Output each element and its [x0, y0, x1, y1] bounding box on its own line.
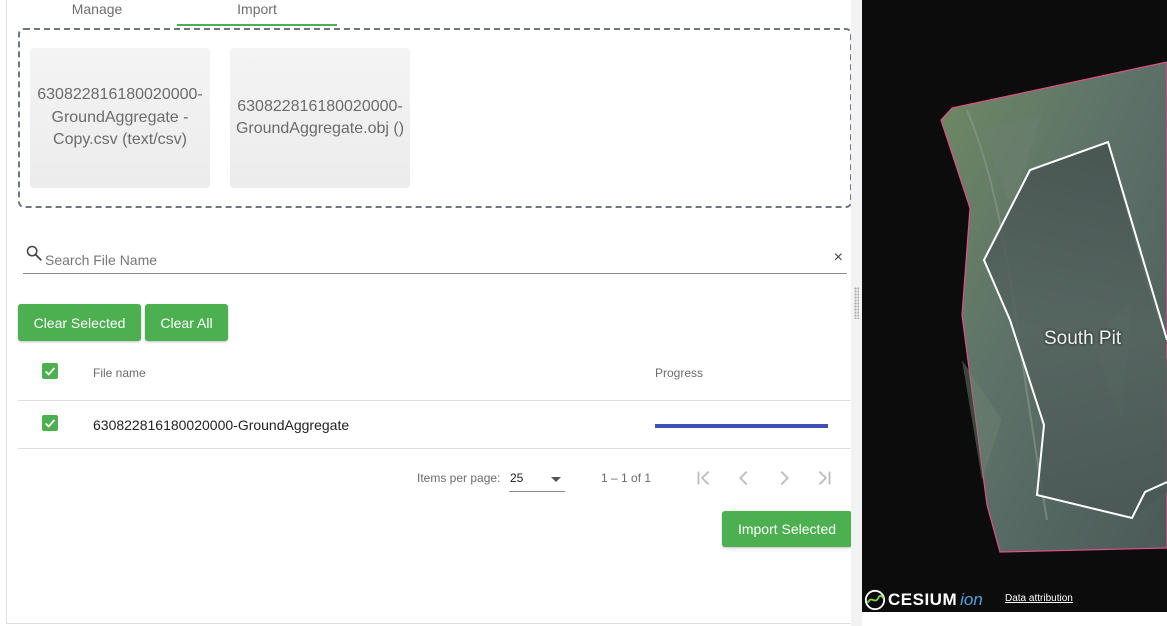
cesium-logo-icon	[864, 589, 886, 611]
import-selected-button[interactable]: Import Selected	[722, 511, 852, 547]
row-checkbox[interactable]	[42, 415, 58, 431]
cesium-logo[interactable]: CESIUM ion	[864, 588, 983, 612]
file-card-label: 630822816180020000-GroundAggregate.obj (…	[235, 97, 405, 138]
progress-bar-fill	[655, 424, 828, 428]
close-icon[interactable]: ×	[834, 249, 843, 267]
next-page-button[interactable]	[770, 464, 798, 492]
satellite-imagery	[940, 61, 1167, 553]
search-icon	[26, 245, 42, 261]
file-dropzone[interactable]: 630822816180020000-GroundAggregate - Cop…	[18, 28, 852, 208]
check-icon	[45, 419, 56, 428]
first-page-icon	[697, 470, 710, 486]
page-range-label: 1 – 1 of 1	[601, 471, 652, 485]
map-viewer[interactable]: South Pit CESIUM ion Data attribution	[862, 0, 1167, 612]
paginator: Items per page: 25 1 – 1 of 1	[7, 460, 852, 496]
table-header: File name Progress	[18, 350, 852, 401]
previous-page-button[interactable]	[730, 464, 758, 492]
last-page-button[interactable]	[810, 464, 838, 492]
check-icon	[45, 367, 56, 376]
cesium-logo-text: CESIUM	[888, 590, 958, 609]
chevron-right-icon	[780, 470, 789, 486]
column-header-progress: Progress	[655, 366, 704, 380]
map-footer	[862, 612, 1167, 626]
panel-splitter[interactable]	[851, 0, 862, 626]
tab-manage[interactable]: Manage	[17, 0, 177, 26]
search-bar: ×	[23, 240, 847, 274]
clear-all-button[interactable]: Clear All	[145, 304, 228, 341]
last-page-icon	[818, 470, 831, 486]
table-row[interactable]: 630822816180020000-GroundAggregate	[18, 401, 852, 449]
file-card-csv[interactable]: 630822816180020000-GroundAggregate - Cop…	[30, 48, 210, 188]
row-file-name: 630822816180020000-GroundAggregate	[93, 417, 350, 433]
first-page-button[interactable]	[690, 464, 718, 492]
select-all-checkbox[interactable]	[42, 363, 58, 379]
chevron-left-icon	[739, 470, 748, 486]
data-attribution-link[interactable]: Data attribution	[1005, 593, 1073, 604]
file-card-label: 630822816180020000-GroundAggregate - Cop…	[37, 86, 203, 149]
import-panel: Manage Import 630822816180020000-GroundA…	[6, 0, 852, 624]
file-card-obj[interactable]: 630822816180020000-GroundAggregate.obj (…	[230, 48, 410, 188]
progress-bar	[655, 424, 828, 428]
tab-bar: Manage Import	[7, 0, 852, 26]
column-header-file-name[interactable]: File name	[93, 366, 146, 380]
items-per-page-label: Items per page:	[417, 471, 501, 485]
tab-import[interactable]: Import	[177, 0, 337, 26]
items-per-page-select[interactable]: 25	[509, 466, 565, 492]
chevron-down-icon	[551, 477, 561, 482]
clear-selected-button[interactable]: Clear Selected	[18, 304, 141, 341]
search-input[interactable]	[45, 249, 815, 271]
drag-handle-icon[interactable]	[854, 287, 859, 319]
items-per-page-value: 25	[510, 471, 524, 485]
cesium-ion-text: ion	[960, 590, 983, 609]
map-label-south-pit: South Pit	[1044, 328, 1122, 349]
